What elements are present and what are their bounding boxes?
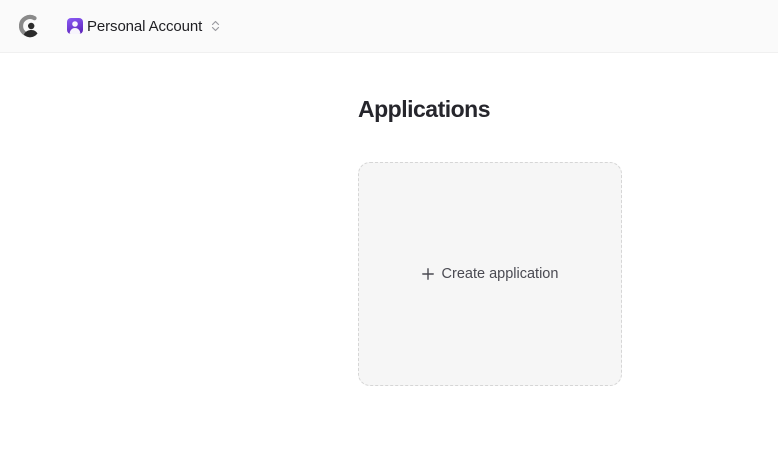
user-avatar-icon: [67, 18, 83, 34]
account-name: Personal Account: [87, 17, 203, 35]
top-bar: Personal Account: [0, 0, 778, 53]
plus-icon: [421, 268, 434, 280]
account-switcher[interactable]: Personal Account: [63, 14, 224, 38]
create-application-content: Create application: [421, 266, 559, 282]
create-application-button[interactable]: Create application: [358, 162, 622, 386]
create-application-label: Create application: [441, 266, 559, 282]
page-title: Applications: [358, 96, 491, 122]
chevron-updown-icon: [212, 20, 220, 32]
app-logo-icon[interactable]: [19, 14, 41, 38]
